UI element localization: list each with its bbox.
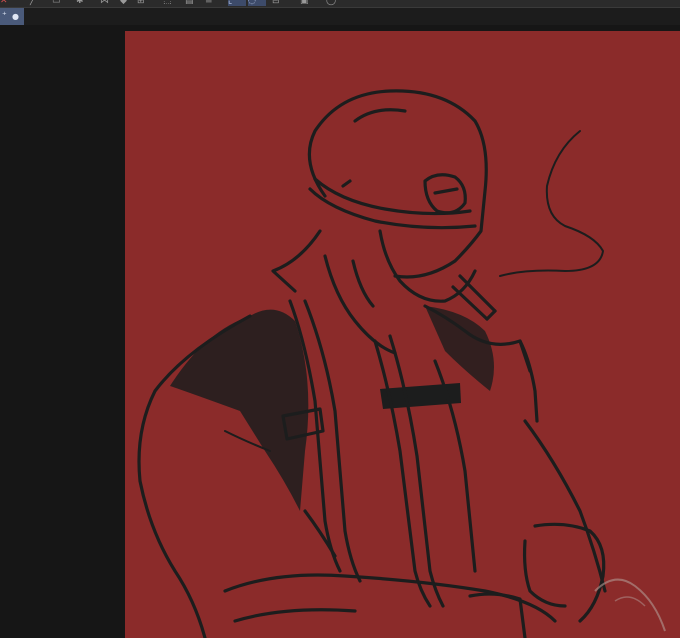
- document-tab[interactable]: ⁺ ●: [0, 8, 24, 25]
- select-lasso-icon[interactable]: ◌: [248, 0, 266, 6]
- workspace[interactable]: [0, 25, 680, 638]
- transform-icon[interactable]: ⊞: [137, 0, 149, 6]
- selection-icon[interactable]: ⬚: [163, 0, 175, 6]
- symmetry-icon[interactable]: ✱: [76, 0, 88, 6]
- flip-icon[interactable]: ⊟: [272, 0, 284, 6]
- ruler-icon[interactable]: ▭: [52, 0, 64, 6]
- line-tool-icon[interactable]: ╱: [30, 0, 42, 6]
- pin-icon[interactable]: ⁺: [2, 8, 7, 25]
- artwork: [125, 31, 680, 638]
- document-tab-strip: ⁺ ●: [0, 8, 680, 25]
- save-icon[interactable]: ▣: [300, 0, 312, 6]
- drawing-canvas[interactable]: [125, 31, 680, 638]
- select-rect-icon[interactable]: ⌞: [228, 0, 246, 6]
- canvas-background: [125, 31, 680, 638]
- fill-icon[interactable]: ◆: [120, 0, 130, 6]
- modified-indicator: ●: [12, 12, 19, 21]
- top-toolbar: ✕ ╱ ▭ ✱ ⋈ ◆ ⊞ ⬚ ▤ ≡ ⌞ ◌ ⊟ ▣ ◯: [0, 0, 680, 8]
- speech-icon[interactable]: ◯: [326, 0, 338, 6]
- mirror-icon[interactable]: ⋈: [100, 0, 110, 6]
- layer-icon[interactable]: ▤: [185, 0, 197, 6]
- layer-stack-icon[interactable]: ≡: [205, 0, 217, 6]
- close-icon[interactable]: ✕: [0, 0, 10, 6]
